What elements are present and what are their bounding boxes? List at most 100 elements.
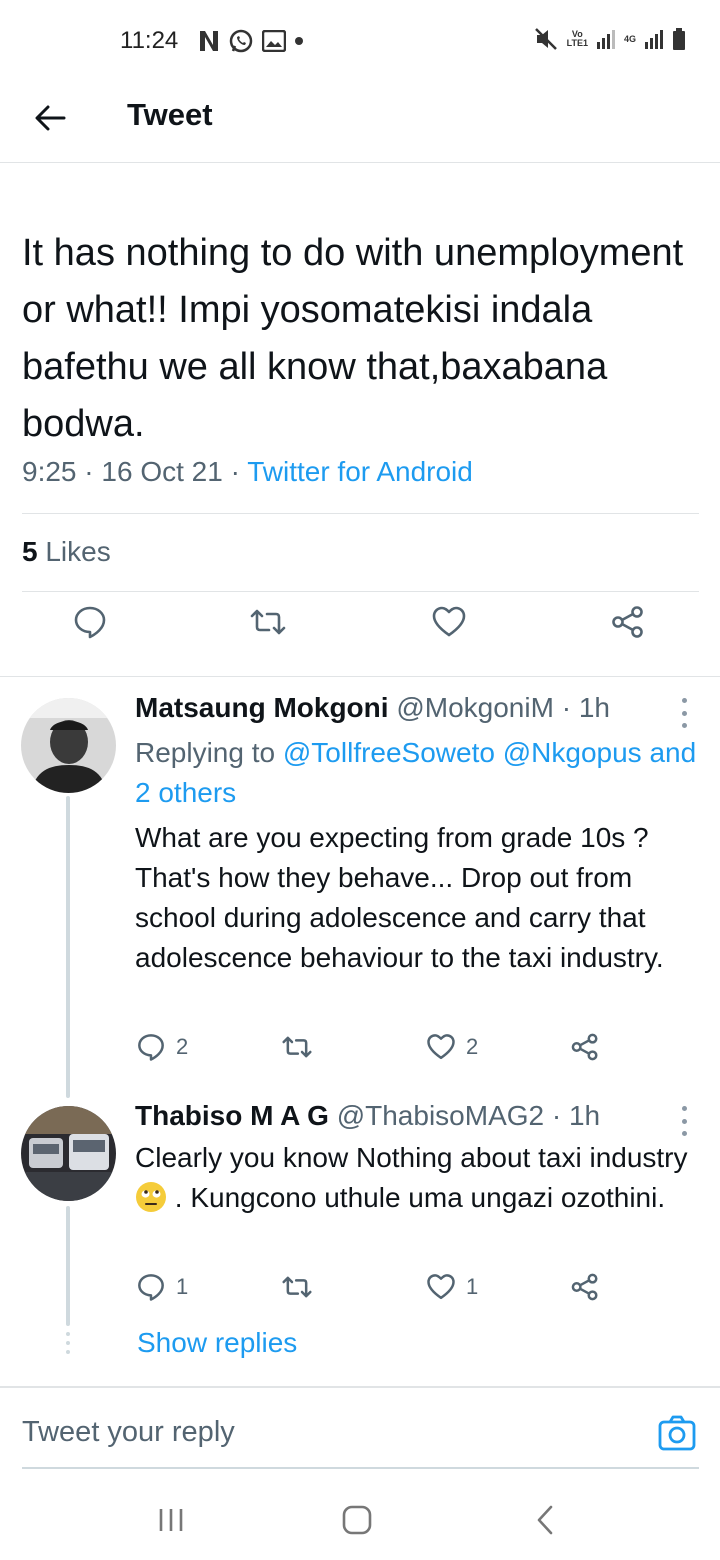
input-underline <box>22 1467 699 1469</box>
like-icon <box>427 1034 455 1060</box>
home-button[interactable] <box>327 1500 387 1540</box>
app-header: Tweet <box>0 80 720 163</box>
thread-dot <box>66 1341 70 1345</box>
tweet-source-link[interactable]: Twitter for Android <box>247 456 473 487</box>
rolling-eyes-emoji-icon <box>136 1182 166 1212</box>
meta-separator: · <box>84 456 102 487</box>
replying-to: Replying to @TollfreeSoweto @Nkgopus and… <box>135 733 705 813</box>
retweet-button[interactable] <box>248 604 288 640</box>
meta-separator: · <box>551 1100 569 1131</box>
home-icon <box>342 1505 372 1535</box>
system-icons: Vo LTE1 4G <box>533 26 686 52</box>
avatar-photo <box>21 1106 116 1201</box>
reply-header: Thabiso M A G @ThabisoMAG2 · 1h <box>135 1100 600 1132</box>
recent-apps-button[interactable] <box>141 1500 201 1540</box>
share-icon <box>571 1033 598 1061</box>
reply-icon <box>74 606 106 639</box>
reply-text-part: Clearly you know Nothing about taxi indu… <box>135 1142 688 1173</box>
notification-icons <box>198 28 304 54</box>
reply-icon <box>138 1034 164 1061</box>
likes-label: Likes <box>45 536 111 567</box>
reply-actions: 1 1 <box>0 1272 720 1308</box>
meta-separator: · <box>561 692 579 723</box>
tweet-meta: 9:25 · 16 Oct 21 · Twitter for Android <box>22 456 473 488</box>
likes-link[interactable]: 5 Likes <box>22 536 111 568</box>
reply-button[interactable]: 1 <box>136 1272 188 1302</box>
avatar-photo <box>21 698 116 793</box>
retweet-icon <box>282 1036 312 1058</box>
replying-prefix: Replying to <box>135 737 276 768</box>
like-count: 2 <box>466 1034 479 1059</box>
page-title: Tweet <box>127 97 213 132</box>
share-button[interactable] <box>570 1032 600 1062</box>
divider <box>22 591 699 592</box>
avatar[interactable] <box>21 1106 116 1201</box>
status-bar: 11:24 Vo LTE1 4G <box>0 0 720 80</box>
tweet-text: It has nothing to do with unemployment o… <box>22 232 684 445</box>
network-4g-label: 4G <box>623 33 636 44</box>
show-replies-link[interactable]: Show replies <box>137 1327 297 1359</box>
reply-button[interactable] <box>72 604 108 640</box>
reply-composer: Tweet your reply <box>0 1386 720 1469</box>
back-arrow-icon <box>35 105 66 131</box>
reply-input[interactable]: Tweet your reply <box>22 1416 235 1449</box>
divider <box>22 513 699 514</box>
camera-button[interactable] <box>658 1414 696 1452</box>
whatsapp-icon <box>229 29 253 53</box>
back-button[interactable] <box>30 98 70 138</box>
reply-author-handle: @MokgoniM <box>396 692 554 723</box>
mute-icon <box>534 28 557 50</box>
battery-icon <box>673 28 685 50</box>
recent-apps-icon <box>159 1509 183 1531</box>
reply-text: What are you expecting from grade 10s ? … <box>135 822 664 973</box>
chevron-left-icon <box>537 1505 553 1535</box>
gallery-icon <box>262 30 286 52</box>
share-button[interactable] <box>610 604 646 640</box>
reply-header: Matsaung Mokgoni @MokgoniM · 1h <box>135 692 610 724</box>
like-icon <box>427 1274 455 1300</box>
reply-icon <box>138 1274 164 1301</box>
netflix-icon <box>200 31 218 51</box>
like-button[interactable]: 1 <box>426 1272 478 1302</box>
signal-icon-2 <box>645 30 663 49</box>
thread-dot <box>66 1332 70 1336</box>
share-icon <box>571 1273 598 1301</box>
retweet-button[interactable] <box>280 1032 314 1062</box>
like-count: 1 <box>466 1274 479 1299</box>
system-navbar <box>0 1470 720 1560</box>
retweet-button[interactable] <box>280 1272 314 1302</box>
retweet-icon <box>250 609 286 635</box>
like-button[interactable]: 2 <box>426 1032 478 1062</box>
meta-separator: · <box>230 456 248 487</box>
status-time: 11:24 <box>120 27 179 54</box>
volte-label: Vo LTE1 <box>566 29 588 48</box>
like-button[interactable] <box>431 604 467 640</box>
signal-icon <box>596 30 615 49</box>
reply-age: 1h <box>578 692 610 723</box>
divider <box>0 676 720 677</box>
retweet-icon <box>282 1276 312 1298</box>
avatar[interactable] <box>21 698 116 793</box>
dot-icon <box>295 37 303 45</box>
reply-author-handle: @ThabisoMAG2 <box>336 1100 545 1131</box>
replying-mentions[interactable]: @TollfreeSoweto @Nkgopus <box>283 737 642 768</box>
more-options-button[interactable] <box>676 698 692 728</box>
reply-count: 1 <box>176 1274 189 1299</box>
thread-dot <box>66 1350 70 1354</box>
nav-back-button[interactable] <box>515 1500 575 1540</box>
like-icon <box>432 606 466 637</box>
reply-author-name[interactable]: Matsaung Mokgoni <box>135 692 389 723</box>
reply-age: 1h <box>568 1100 601 1131</box>
thread-line <box>66 1206 70 1326</box>
reply-text-part: . Kungcono uthule uma ungazi ozothini. <box>174 1182 666 1213</box>
reply-count: 2 <box>176 1034 189 1059</box>
reply-button[interactable]: 2 <box>136 1032 188 1062</box>
reply-actions: 2 2 <box>0 1032 720 1068</box>
reply-text: Clearly you know Nothing about taxi indu… <box>135 1138 705 1218</box>
reply-author-name[interactable]: Thabiso M A G <box>135 1100 329 1131</box>
more-options-button[interactable] <box>676 1106 692 1136</box>
camera-icon <box>658 1415 696 1451</box>
share-icon <box>612 606 643 638</box>
share-button[interactable] <box>570 1272 600 1302</box>
tweet-actions <box>0 604 720 664</box>
